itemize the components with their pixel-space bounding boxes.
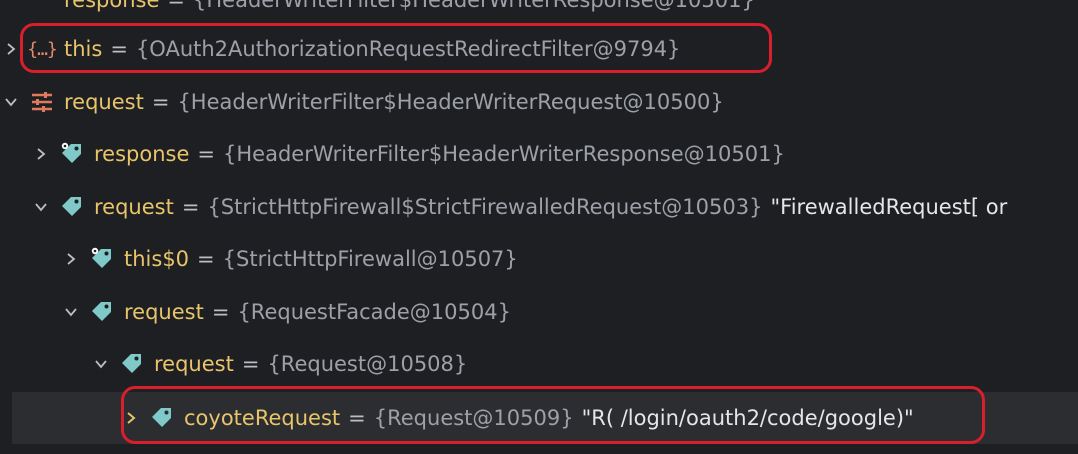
chevron-down-icon[interactable] [90,353,112,375]
variable-row-request-firewalled[interactable]: request = {StrictHttpFirewall$StrictFire… [0,181,1078,233]
variable-value: {StrictHttpFirewall$StrictFirewalledRequ… [207,195,763,219]
tag-icon [88,298,116,326]
variable-value: {Request@10509} [373,406,574,430]
variable-row-this[interactable]: {…} this = {OAuth2AuthorizationRequestRe… [0,23,1078,75]
settings-sliders-icon [28,88,56,116]
variable-row-request-facade[interactable]: request = {RequestFacade@10504} [0,286,1078,338]
variable-name: request [94,195,174,219]
chevron-right-icon[interactable] [30,143,52,165]
variable-row-request-inner[interactable]: request = {Request@10508} [0,338,1078,390]
tag-gear-icon [88,245,116,273]
variable-name: response [64,0,160,12]
variable-value: {HeaderWriterFilter$HeaderWriterResponse… [193,0,755,12]
chevron-right-icon[interactable] [0,38,22,60]
variable-value: {RequestFacade@10504} [237,300,511,324]
chevron-right-icon[interactable] [120,407,142,429]
variable-name: this$0 [124,247,190,271]
variable-value: {HeaderWriterFilter$HeaderWriterRequest@… [177,90,724,114]
chevron-down-icon[interactable] [0,91,22,113]
equals-sign: = [197,247,215,271]
equals-sign: = [197,142,215,166]
tag-icon [148,404,176,432]
equals-sign: = [167,0,185,12]
variable-value: {StrictHttpFirewall@10507} [222,247,518,271]
equals-sign: = [211,300,230,324]
variable-name: this [64,37,103,61]
equals-sign: = [241,352,260,376]
tag-gear-icon [58,140,86,168]
variable-name: request [154,352,234,376]
variable-value: {OAuth2AuthorizationRequestRedirectFilte… [135,37,681,61]
equals-sign: = [110,37,128,61]
variable-name: coyoteRequest [184,406,341,430]
variable-string-preview: "R( /login/oauth2/code/google)" [581,406,914,430]
equals-sign: = [151,90,170,114]
variable-name: request [64,90,144,114]
variable-row-this0[interactable]: this$0 = {StrictHttpFirewall@10507} [0,233,1078,285]
variable-name: request [124,300,204,324]
chevron-down-icon[interactable] [60,301,82,323]
chevron-down-icon[interactable] [30,196,52,218]
variable-string-preview: "FirewalledRequest[ or [770,195,1008,219]
tag-icon [58,193,86,221]
variable-value: {Request@10508} [267,352,468,376]
variable-row-request-header[interactable]: request = {HeaderWriterFilter$HeaderWrit… [0,76,1078,128]
chevron-right-icon[interactable] [60,248,82,270]
equals-sign: = [181,195,200,219]
tag-icon [118,350,146,378]
variable-name: response [94,142,190,166]
variable-value: {HeaderWriterFilter$HeaderWriterResponse… [223,142,785,166]
variable-row-coyote-request[interactable]: coyoteRequest = {Request@10509} "R( /log… [12,392,1078,444]
variable-row-response[interactable]: response = {HeaderWriterFilter$HeaderWri… [0,128,1078,180]
equals-sign: = [348,406,366,430]
object-braces-icon: {…} [27,38,57,60]
